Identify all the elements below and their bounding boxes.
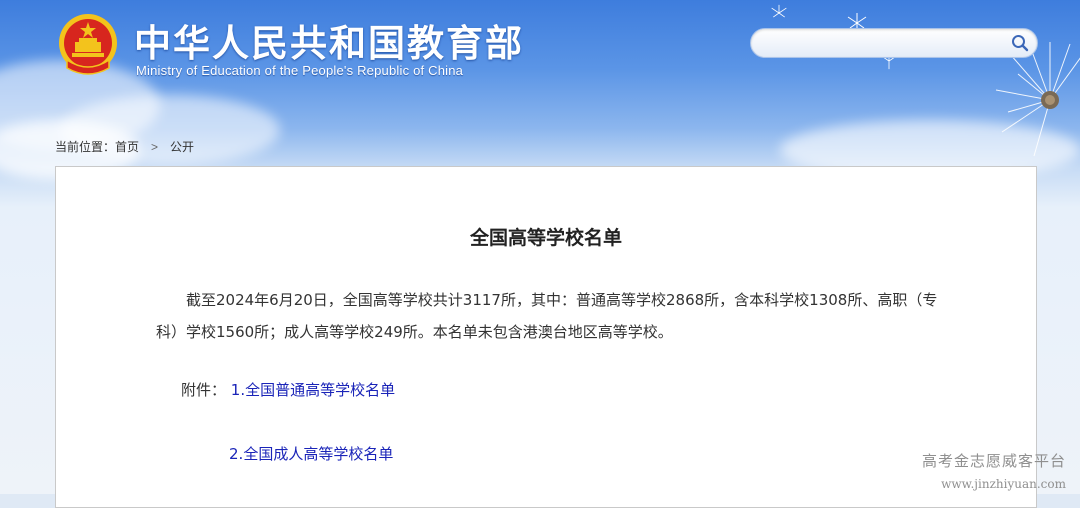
attachment-number: 2.: [229, 445, 244, 463]
breadcrumb-public-link[interactable]: 公开: [170, 138, 194, 155]
breadcrumb-separator: >: [151, 139, 159, 154]
site-title-en[interactable]: Ministry of Education of the People's Re…: [136, 63, 463, 78]
search-input[interactable]: [763, 33, 1007, 55]
dandelion-icon: [995, 42, 1080, 157]
attachment-row: 附件： 1.全国普通高等学校名单: [181, 379, 395, 400]
watermark: 高考金志愿威客平台 www.jinzhiyuan.com: [922, 450, 1066, 491]
watermark-title: 高考金志愿威客平台: [921, 452, 1066, 470]
attachment-row: 2.全国成人高等学校名单: [229, 443, 393, 464]
attachment-link-2[interactable]: 2.全国成人高等学校名单: [229, 445, 393, 463]
site-title-cn[interactable]: 中华人民共和国教育部: [134, 13, 524, 67]
attachment-number: 1.: [230, 381, 246, 399]
search-box: [750, 28, 1038, 58]
attachments-label: 附件：: [181, 381, 227, 399]
article-title: 全国高等学校名单: [469, 227, 622, 249]
attachment-label: 全国普通高等学校名单: [245, 381, 396, 399]
article-body: 截至2024年6月20日，全国高等学校共计3117所，其中：普通高等学校2868…: [156, 291, 938, 341]
breadcrumb-prefix: 当前位置：: [55, 140, 116, 154]
search-icon[interactable]: [1011, 34, 1029, 52]
attachment-label: 全国成人高等学校名单: [243, 445, 394, 463]
seed-icon: [771, 4, 787, 18]
attachment-link-1[interactable]: 1.全国普通高等学校名单: [231, 381, 395, 399]
article-panel: 全国高等学校名单 截至2024年6月20日，全国高等学校共计3117所，其中：普…: [55, 166, 1037, 508]
breadcrumb: 当前位置： 首页 > 公开: [55, 138, 194, 155]
watermark-url: www.jinzhiyuan.com: [941, 477, 1066, 491]
national-emblem-icon[interactable]: [57, 12, 119, 80]
breadcrumb-home-link[interactable]: 首页: [115, 138, 139, 155]
